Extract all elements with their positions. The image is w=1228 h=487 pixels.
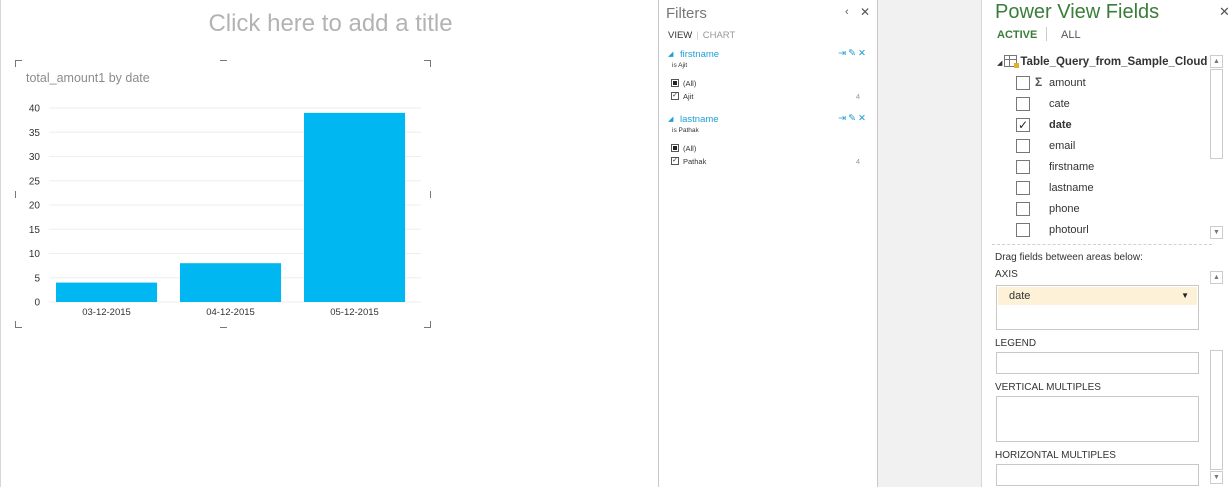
close-icon[interactable]: ✕	[860, 5, 870, 19]
bar[interactable]	[304, 112, 406, 302]
vertical-multiples-label: VERTICAL MULTIPLES	[995, 382, 1101, 393]
tab-all[interactable]: ALL	[1061, 29, 1081, 41]
delete-filter-icon[interactable]: ✕	[858, 113, 868, 124]
y-tick-label: 10	[29, 249, 41, 260]
checkbox[interactable]	[1016, 76, 1030, 90]
filter-firstname: ◢ firstname ⇥✎✕ is Ajit (All) ✓ Ajit 4	[668, 48, 872, 104]
sigma-icon: Σ	[1035, 75, 1043, 89]
filter-field-name[interactable]: firstname	[680, 49, 719, 60]
tab-view[interactable]: VIEW	[668, 30, 692, 41]
checkbox[interactable]	[1016, 160, 1030, 174]
scrollbar-thumb[interactable]	[1210, 69, 1223, 159]
filter-field-name[interactable]: lastname	[680, 114, 719, 125]
axis-label: AXIS	[995, 269, 1018, 280]
scroll-down-arrow-icon[interactable]: ▼	[1210, 226, 1223, 239]
scroll-up-arrow-icon[interactable]: ▲	[1210, 271, 1223, 284]
filter-item[interactable]: ✓ Pathak 4	[668, 156, 872, 169]
horizontal-multiples-drop-zone[interactable]	[996, 464, 1199, 486]
filter-condition: is Pathak	[672, 127, 699, 134]
pane-gap	[878, 0, 981, 487]
checkbox-checked[interactable]: ✓	[1016, 118, 1030, 132]
scroll-down-arrow-icon[interactable]: ▼	[1210, 471, 1223, 484]
eraser-icon[interactable]: ✎	[848, 113, 858, 124]
y-tick-label: 20	[29, 201, 41, 212]
checkbox[interactable]	[1016, 202, 1030, 216]
filter-item[interactable]: ✓ Ajit 4	[668, 91, 872, 104]
x-tick-label: 04-12-2015	[206, 307, 255, 318]
filter-item-count: 4	[855, 157, 860, 166]
advanced-filter-icon[interactable]: ⇥	[838, 113, 848, 124]
y-tick-label: 0	[34, 298, 40, 309]
legend-label: LEGEND	[995, 338, 1037, 349]
fields-pane-title: Power View Fields	[995, 1, 1160, 23]
checkbox[interactable]	[1016, 181, 1030, 195]
checkbox-partial[interactable]	[671, 79, 679, 87]
delete-filter-icon[interactable]: ✕	[858, 48, 868, 59]
y-tick-label: 25	[29, 176, 41, 187]
dropdown-arrow-icon[interactable]: ▼	[1181, 291, 1189, 300]
eraser-icon[interactable]: ✎	[848, 48, 858, 59]
bar[interactable]	[180, 263, 282, 302]
y-tick-label: 30	[29, 152, 41, 163]
checkbox-checked[interactable]: ✓	[671, 92, 679, 100]
chart-container[interactable]: total_amount1 by date 0 5 10 15 20 25 30 35 40 03…	[15, 60, 431, 328]
drag-hint: Drag fields between areas below:	[995, 252, 1143, 263]
filter-item-count: 4	[855, 92, 860, 101]
collapse-chevron-icon[interactable]: ‹	[845, 6, 849, 18]
table-node[interactable]: ◢ Table_Query_from_Sample_Cloud	[997, 55, 1207, 68]
table-icon	[1004, 55, 1020, 68]
filter-condition: is Ajit	[672, 62, 688, 69]
axis-drop-zone[interactable]: date ▼	[996, 285, 1199, 330]
filters-tabs: VIEW | CHART	[668, 30, 736, 41]
tab-active[interactable]: ACTIVE	[997, 29, 1037, 41]
checkbox[interactable]	[1016, 139, 1030, 153]
close-icon[interactable]: ✕	[1219, 4, 1228, 20]
advanced-filter-icon[interactable]: ⇥	[838, 48, 848, 59]
y-tick-label: 35	[29, 128, 41, 139]
checkbox[interactable]	[1016, 97, 1030, 111]
tab-chart[interactable]: CHART	[703, 30, 736, 41]
checkbox[interactable]	[1016, 223, 1030, 237]
x-tick-label: 05-12-2015	[330, 307, 379, 318]
report-title-placeholder[interactable]: Click here to add a title	[1, 10, 660, 38]
tab-divider	[1046, 27, 1047, 41]
collapse-triangle-icon[interactable]: ◢	[668, 115, 673, 123]
checkbox-checked[interactable]: ✓	[671, 157, 679, 165]
y-tick-label: 5	[34, 273, 40, 284]
checkbox-partial[interactable]	[671, 144, 679, 152]
axis-field-chip[interactable]: date ▼	[998, 287, 1197, 305]
table-name: Table_Query_from_Sample_Cloud	[1020, 56, 1208, 68]
expand-triangle-icon[interactable]: ◢	[997, 60, 1002, 67]
bar[interactable]	[56, 282, 158, 302]
filters-pane: Filters ‹ ✕ VIEW | CHART ◢ firstname ⇥✎✕ i…	[659, 0, 878, 487]
filters-title: Filters	[666, 5, 707, 22]
filter-lastname: ◢ lastname ⇥✎✕ is Pathak (All) ✓ Pathak …	[668, 113, 872, 169]
y-tick-label: 40	[29, 104, 41, 115]
y-tick-label: 15	[29, 225, 41, 236]
fields-pane: Power View Fields ✕ ACTIVE ALL ◢ Table_Qu…	[981, 0, 1228, 487]
filter-item-all[interactable]: (All)	[668, 143, 872, 156]
collapse-triangle-icon[interactable]: ◢	[668, 50, 673, 58]
vertical-multiples-drop-zone[interactable]	[996, 396, 1199, 442]
horizontal-multiples-label: HORIZONTAL MULTIPLES	[995, 450, 1116, 461]
power-view-window: Click here to add a title total_amount1 …	[0, 0, 1228, 487]
scrollbar-thumb[interactable]	[1210, 350, 1223, 470]
report-canvas[interactable]: Click here to add a title total_amount1 …	[0, 0, 659, 487]
divider	[992, 244, 1212, 245]
legend-drop-zone[interactable]	[996, 352, 1199, 374]
scroll-up-arrow-icon[interactable]: ▲	[1210, 55, 1223, 68]
column-chart[interactable]: 0 5 10 15 20 25 30 35 40 03-12-2015 04-12-2015 05-1…	[15, 60, 431, 328]
x-tick-label: 03-12-2015	[82, 307, 131, 318]
filter-item-all[interactable]: (All)	[668, 78, 872, 91]
